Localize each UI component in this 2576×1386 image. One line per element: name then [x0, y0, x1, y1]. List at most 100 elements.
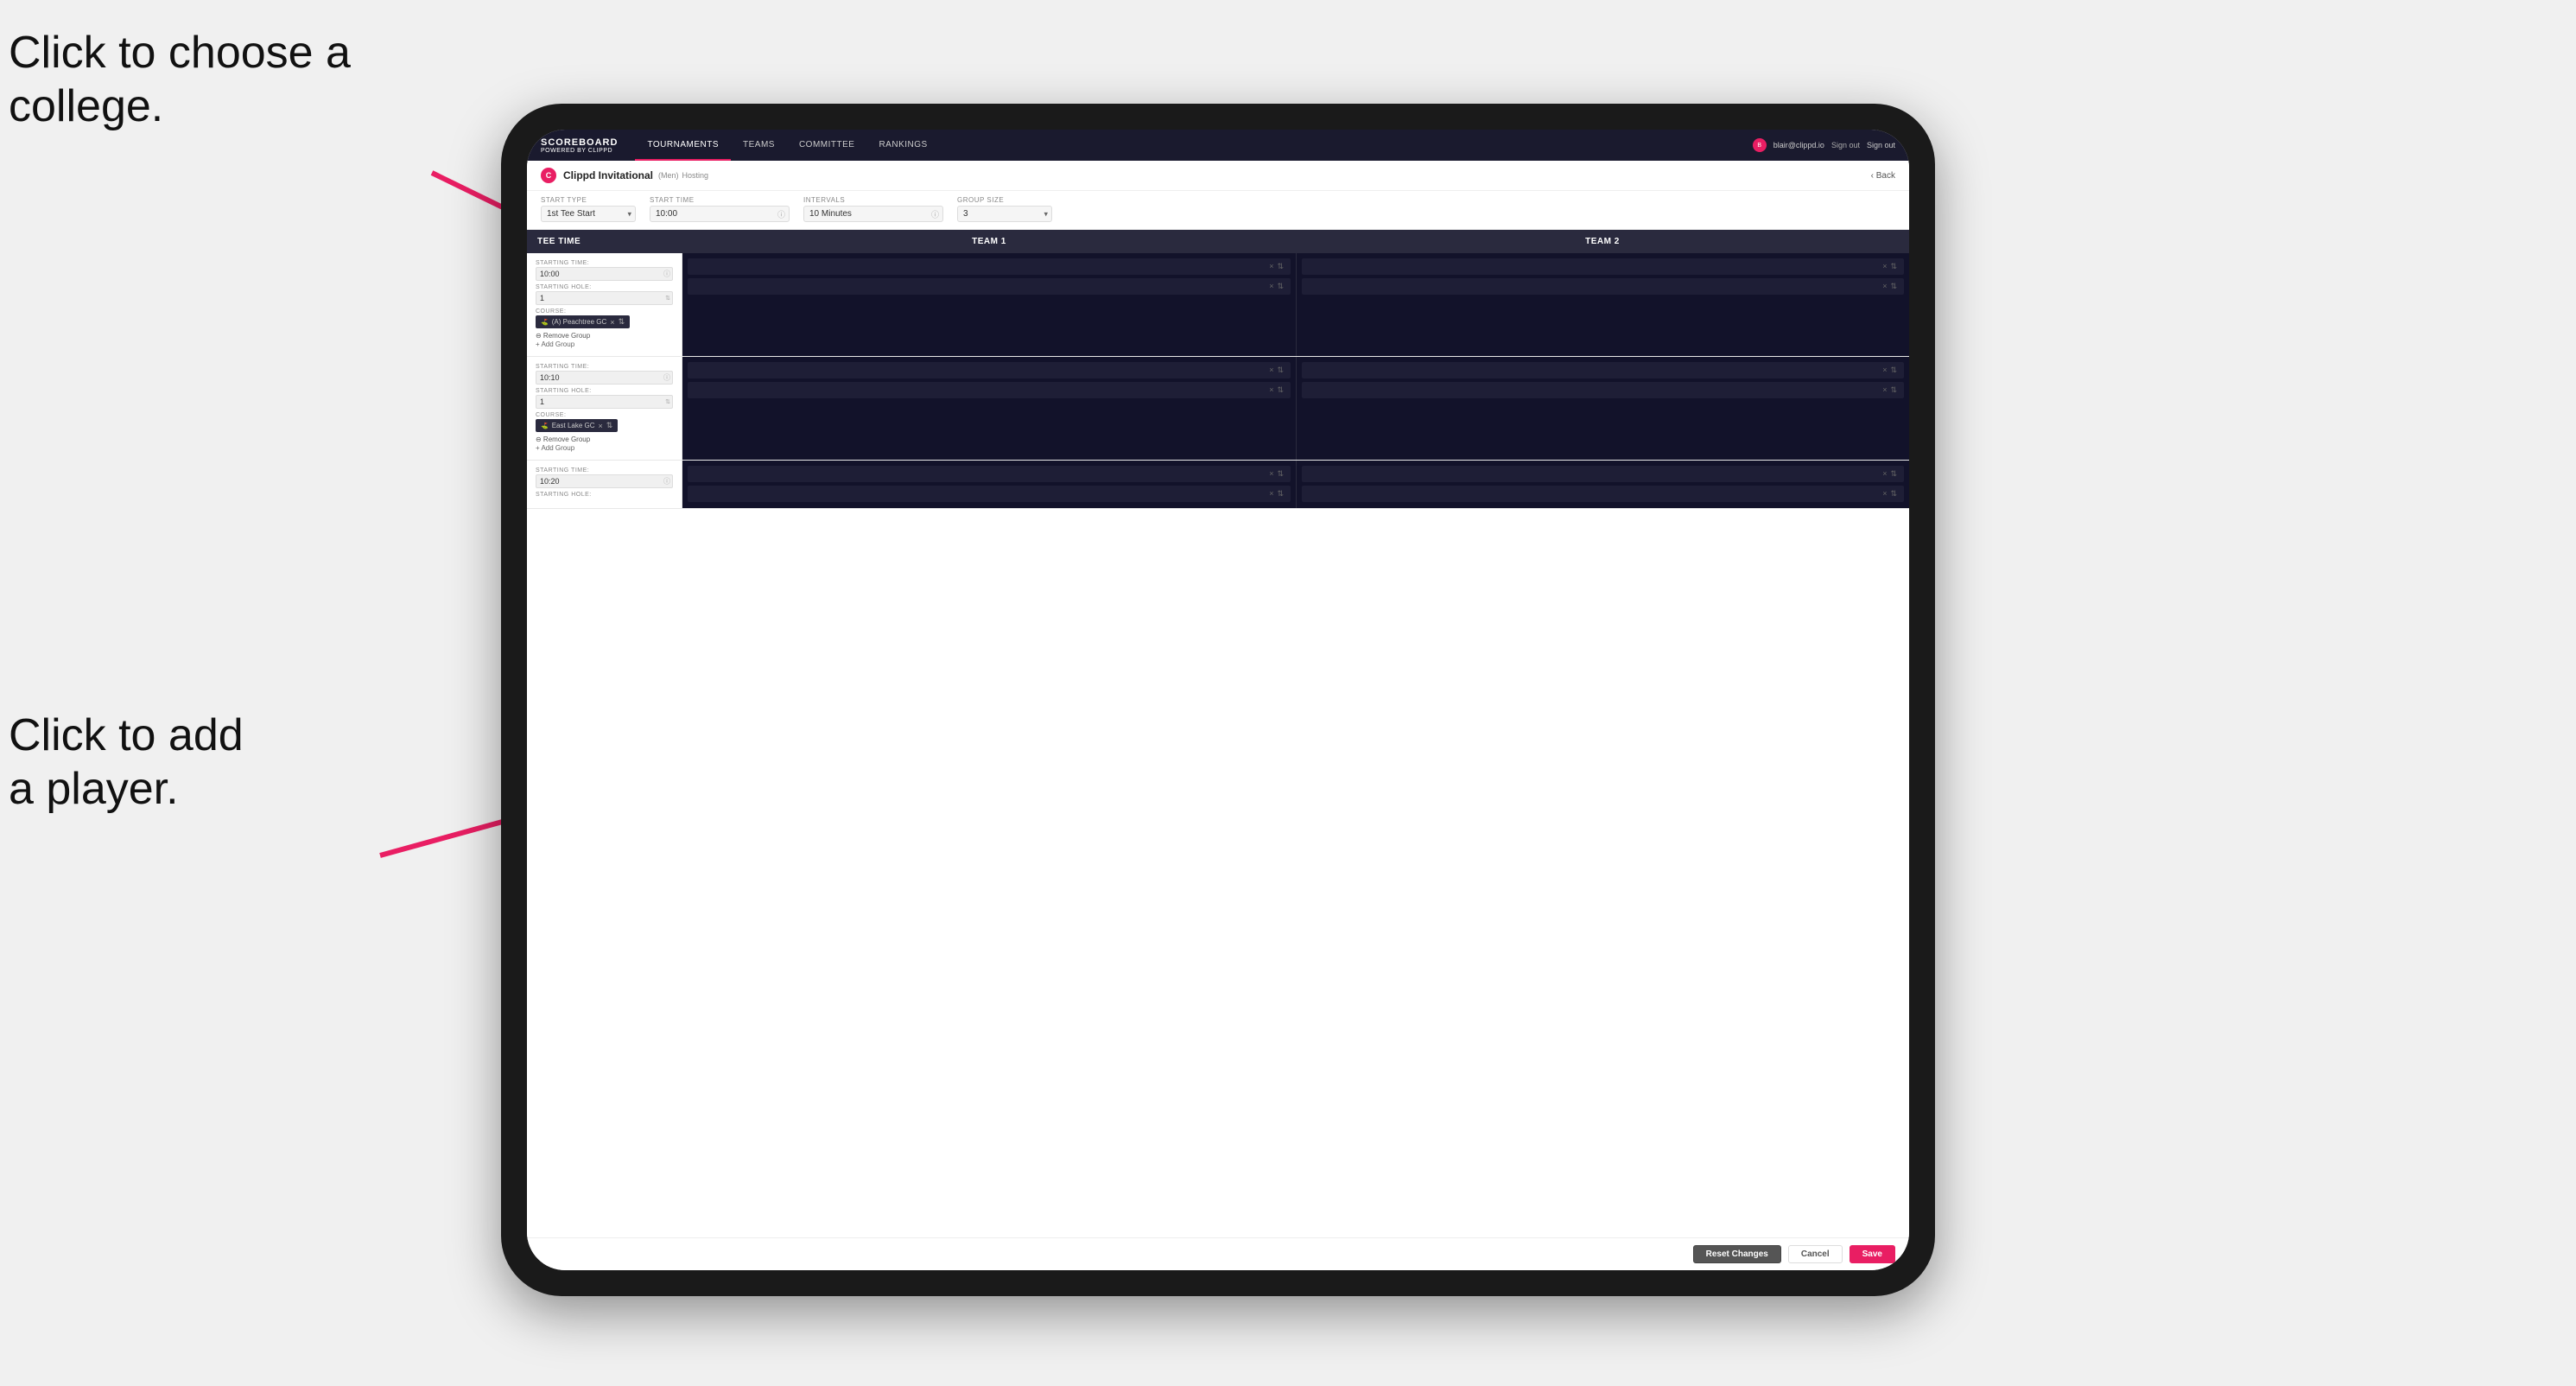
remove-group-link[interactable]: ⊖ Remove Group — [536, 332, 673, 340]
player-remove-btn[interactable]: × — [1269, 366, 1273, 375]
course-remove-btn[interactable]: × — [610, 318, 614, 327]
player-remove-btn[interactable]: × — [1882, 489, 1887, 499]
group-size-select[interactable]: 3 — [957, 206, 1052, 222]
player-remove-btn[interactable]: × — [1269, 489, 1273, 499]
row-2-team1-cell: × ⇅ × ⇅ — [682, 357, 1296, 460]
col-header-team2: Team 2 — [1296, 230, 1909, 253]
starting-time-input[interactable] — [536, 474, 673, 488]
starting-time-wrap — [536, 267, 673, 281]
remove-group-link[interactable]: ⊖ Remove Group — [536, 436, 673, 443]
col-header-tee-time: Tee Time — [527, 230, 682, 253]
nav-user-area: B blair@clippd.io Sign out Sign out — [1753, 138, 1895, 152]
course-tag[interactable]: ⛳ East Lake GC × ⇅ — [536, 419, 618, 432]
course-add-btn[interactable]: ⇅ — [619, 317, 625, 327]
starting-hole-wrap — [536, 395, 673, 409]
save-button[interactable]: Save — [1850, 1245, 1895, 1263]
player-edit-btn[interactable]: ⇅ — [1277, 469, 1284, 479]
starting-hole-input[interactable] — [536, 291, 673, 305]
nav-tab-tournaments[interactable]: TOURNAMENTS — [635, 130, 731, 161]
start-time-label: Start Time — [650, 196, 790, 204]
player-row[interactable]: × ⇅ — [688, 278, 1291, 295]
tournament-title: Clippd Invitational — [563, 169, 653, 181]
nav-tab-rankings[interactable]: RANKINGS — [866, 130, 939, 161]
player-row-actions: × ⇅ — [1269, 489, 1284, 499]
starting-time-wrap — [536, 371, 673, 385]
add-group-link[interactable]: + Add Group — [536, 444, 673, 452]
player-remove-btn[interactable]: × — [1269, 385, 1273, 395]
start-type-select[interactable]: 1st Tee Start — [541, 206, 636, 222]
player-edit-btn[interactable]: ⇅ — [1277, 262, 1284, 271]
starting-time-label: STARTING TIME: — [536, 364, 673, 370]
player-remove-btn[interactable]: × — [1882, 469, 1887, 479]
player-remove-btn[interactable]: × — [1882, 282, 1887, 291]
tablet-screen: SCOREBOARD Powered by clippd TOURNAMENTS… — [527, 130, 1909, 1270]
player-edit-btn[interactable]: ⇅ — [1890, 262, 1897, 271]
player-row[interactable]: × ⇅ — [688, 382, 1291, 398]
add-group-link[interactable]: + Add Group — [536, 340, 673, 348]
intervals-label: Intervals — [803, 196, 943, 204]
app-container: SCOREBOARD Powered by clippd TOURNAMENTS… — [527, 130, 1909, 1270]
player-row[interactable]: × ⇅ — [1302, 382, 1904, 398]
back-button[interactable]: ‹ Back — [1871, 171, 1895, 181]
starting-time-input[interactable] — [536, 371, 673, 385]
player-row: × ⇅ — [1302, 258, 1904, 275]
player-edit-btn[interactable]: ⇅ — [1890, 282, 1897, 291]
player-edit-btn[interactable]: ⇅ — [1890, 385, 1897, 395]
user-avatar: B — [1753, 138, 1767, 152]
player-edit-btn[interactable]: ⇅ — [1890, 489, 1897, 499]
player-row: × ⇅ — [1302, 362, 1904, 378]
group-size-group: Group Size 3 — [957, 196, 1052, 222]
player-edit-btn[interactable]: ⇅ — [1890, 469, 1897, 479]
start-type-label: Start Type — [541, 196, 636, 204]
start-time-input[interactable] — [650, 206, 790, 222]
course-tag[interactable]: ⛳ (A) Peachtree GC × ⇅ — [536, 315, 630, 328]
player-row-actions: × ⇅ — [1269, 262, 1284, 271]
sign-out-link[interactable]: Sign out — [1831, 141, 1860, 149]
group-size-label: Group Size — [957, 196, 1052, 204]
player-remove-btn[interactable]: × — [1269, 469, 1273, 479]
row-1-team1-cell: × ⇅ × ⇅ — [682, 253, 1296, 356]
player-remove-btn[interactable]: × — [1882, 366, 1887, 375]
cancel-button[interactable]: Cancel — [1788, 1245, 1843, 1263]
starting-hole-input[interactable] — [536, 395, 673, 409]
player-row-actions: × ⇅ — [1269, 366, 1284, 375]
player-remove-btn[interactable]: × — [1882, 385, 1887, 395]
player-edit-btn[interactable]: ⇅ — [1277, 489, 1284, 499]
course-remove-btn[interactable]: × — [599, 422, 603, 430]
start-time-group: Start Time — [650, 196, 790, 222]
starting-time-label: STARTING TIME: — [536, 467, 673, 474]
starting-time-input[interactable] — [536, 267, 673, 281]
player-row[interactable]: × ⇅ — [1302, 278, 1904, 295]
start-type-group: Start Type 1st Tee Start — [541, 196, 636, 222]
course-field: COURSE: ⛳ East Lake GC × ⇅ — [536, 412, 673, 432]
starting-time-wrap — [536, 474, 673, 488]
player-row: × ⇅ — [1302, 466, 1904, 482]
controls-bar: Start Type 1st Tee Start Start Time Inte… — [527, 191, 1909, 230]
row-actions: ⊖ Remove Group + Add Group — [536, 436, 673, 452]
starting-hole-field: STARTING HOLE: — [536, 388, 673, 409]
player-remove-btn[interactable]: × — [1269, 262, 1273, 271]
nav-tab-committee[interactable]: COMMITTEE — [787, 130, 867, 161]
player-edit-btn[interactable]: ⇅ — [1890, 366, 1897, 375]
player-row-actions: × ⇅ — [1882, 469, 1897, 479]
sign-out-text[interactable]: Sign out — [1867, 141, 1895, 149]
nav-tab-teams[interactable]: TEAMS — [731, 130, 787, 161]
intervals-input[interactable] — [803, 206, 943, 222]
player-remove-btn[interactable]: × — [1882, 262, 1887, 271]
table-row: STARTING TIME: STARTING HOLE: × — [527, 461, 1909, 509]
player-row[interactable]: × ⇅ — [1302, 486, 1904, 502]
player-row[interactable]: × ⇅ — [688, 486, 1291, 502]
row-3-controls: STARTING TIME: STARTING HOLE: — [527, 461, 682, 508]
starting-time-field: STARTING TIME: — [536, 467, 673, 488]
starting-hole-field: STARTING HOLE: — [536, 284, 673, 305]
starting-time-field: STARTING TIME: — [536, 260, 673, 281]
table-row: STARTING TIME: STARTING HOLE: — [527, 253, 1909, 357]
row-1-team2-cell: × ⇅ × ⇅ — [1296, 253, 1909, 356]
player-edit-btn[interactable]: ⇅ — [1277, 282, 1284, 291]
reset-changes-button[interactable]: Reset Changes — [1693, 1245, 1781, 1263]
course-add-btn[interactable]: ⇅ — [606, 421, 613, 430]
starting-time-label: STARTING TIME: — [536, 260, 673, 266]
player-edit-btn[interactable]: ⇅ — [1277, 385, 1284, 395]
player-edit-btn[interactable]: ⇅ — [1277, 366, 1284, 375]
player-remove-btn[interactable]: × — [1269, 282, 1273, 291]
